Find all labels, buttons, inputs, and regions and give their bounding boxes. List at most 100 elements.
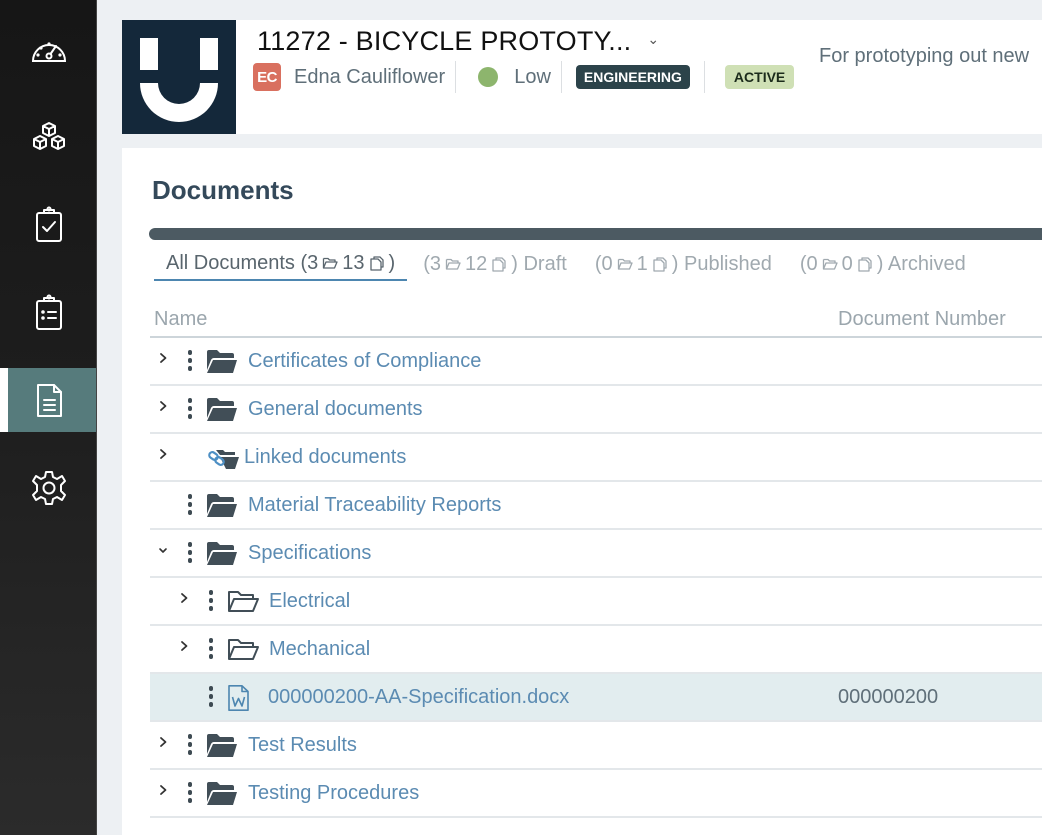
file-count: 13: [342, 252, 365, 274]
company-logo: [122, 20, 236, 134]
folder-icon: [445, 253, 461, 276]
project-title: 11272 - BICYCLE PROTOTY...: [257, 26, 632, 56]
page-title: Documents: [152, 175, 294, 205]
item-name-link[interactable]: 000000200-AA-Specification.docx: [268, 686, 569, 709]
owner-avatar: EC: [253, 63, 281, 91]
chevron-right-icon[interactable]: [157, 351, 173, 369]
tab-suffix: ): [388, 252, 396, 274]
document-number: 000000200: [838, 686, 939, 708]
row-menu-kebab-icon[interactable]: [186, 494, 194, 518]
folder-count: 0: [806, 253, 818, 275]
cubes-icon: [32, 122, 65, 150]
row-menu-kebab-icon[interactable]: [186, 542, 194, 566]
sidebar-item-tasks[interactable]: [0, 193, 97, 257]
file-row[interactable]: 000000200-AA-Specification.docx 000000200: [150, 674, 1042, 722]
documents-panel: Documents All Documents (3 13)(3 12) Draft…: [122, 148, 1042, 835]
owner-name[interactable]: Edna Cauliflower: [294, 66, 445, 89]
item-name-link[interactable]: Certificates of Compliance: [248, 350, 481, 373]
table-body: Certificates of Compliance General docume…: [150, 338, 1042, 818]
folder-open-outline-icon: [227, 589, 259, 615]
file-icon: [491, 253, 507, 276]
item-name-link[interactable]: Specifications: [248, 542, 371, 565]
folder-count: 3: [429, 253, 441, 275]
priority-label: Low: [514, 65, 551, 88]
tab-label: Archived: [883, 253, 966, 275]
file-icon: [857, 253, 873, 276]
divider: [560, 61, 562, 93]
folder-row[interactable]: Linked documents: [150, 434, 1042, 482]
document-status-tabs: All Documents (3 13)(3 12) Draft(0 1) Publi…: [154, 252, 978, 281]
chevron-down-icon[interactable]: [157, 543, 173, 561]
row-menu-kebab-icon[interactable]: [186, 398, 194, 422]
item-name-link[interactable]: Test Results: [248, 734, 357, 757]
sidebar-item-lists[interactable]: [0, 281, 97, 345]
chevron-right-icon[interactable]: [178, 591, 194, 609]
tab-prefix: (: [423, 253, 430, 275]
folder-count: 3: [307, 252, 319, 274]
table-header: Name Document Number: [150, 306, 1042, 338]
folder-row[interactable]: Testing Procedures: [150, 770, 1042, 818]
folder-row[interactable]: Mechanical: [150, 626, 1042, 674]
folder-row[interactable]: General documents: [150, 386, 1042, 434]
folder-icon: [206, 397, 238, 423]
folder-icon: [206, 349, 238, 375]
file-icon: [652, 253, 668, 276]
progress-bar: [149, 228, 1042, 240]
file-count: 1: [636, 253, 648, 275]
tab-all-documents[interactable]: All Documents (3 13): [154, 252, 408, 281]
folder-icon: [206, 541, 238, 567]
folder-icon: [322, 252, 338, 275]
folder-row[interactable]: Electrical: [150, 578, 1042, 626]
gear-icon: [31, 471, 66, 505]
tab-archived[interactable]: (0 0) Archived: [788, 252, 978, 281]
chevron-right-icon[interactable]: [157, 447, 173, 465]
tab-draft[interactable]: (3 12) Draft: [411, 252, 579, 281]
item-name-link[interactable]: Material Traceability Reports: [248, 494, 501, 517]
row-menu-kebab-icon[interactable]: [186, 350, 194, 374]
tab-label: Published: [678, 253, 772, 275]
linked-folder-icon: [207, 445, 239, 471]
divider: [703, 61, 705, 93]
column-header-name[interactable]: Name: [154, 308, 207, 331]
folder-row[interactable]: Specifications: [150, 530, 1042, 578]
folder-count: 0: [601, 253, 613, 275]
project-description: For prototyping out new: [819, 45, 1030, 67]
row-menu-kebab-icon[interactable]: [186, 782, 194, 806]
item-name-link[interactable]: Electrical: [269, 590, 350, 613]
folder-row[interactable]: Test Results: [150, 722, 1042, 770]
folder-icon: [206, 781, 238, 807]
tab-suffix: ): [876, 253, 884, 275]
project-header: 11272 - BICYCLE PROTOTY... ⌄ EC Edna Cau…: [122, 20, 1042, 134]
tab-label: Draft: [517, 253, 567, 275]
row-menu-kebab-icon[interactable]: [207, 590, 215, 614]
file-icon: [369, 252, 385, 275]
chevron-right-icon[interactable]: [157, 399, 173, 417]
status-badge: ACTIVE: [724, 65, 795, 89]
chevron-down-icon[interactable]: ⌄: [647, 31, 659, 48]
item-name-link[interactable]: Testing Procedures: [248, 782, 419, 805]
chevron-right-icon[interactable]: [157, 783, 173, 801]
priority-dot-icon: [478, 67, 499, 87]
chevron-right-icon[interactable]: [157, 735, 173, 753]
folder-row[interactable]: Material Traceability Reports: [150, 482, 1042, 530]
chevron-right-icon[interactable]: [178, 639, 194, 657]
sidebar-item-dashboard[interactable]: [0, 20, 97, 84]
item-name-link[interactable]: Mechanical: [269, 638, 370, 661]
row-menu-kebab-icon[interactable]: [186, 734, 194, 758]
row-menu-kebab-icon[interactable]: [207, 638, 215, 662]
sidebar-item-documents[interactable]: [0, 368, 97, 432]
sidebar-item-settings[interactable]: [0, 456, 97, 520]
folder-row[interactable]: Certificates of Compliance: [150, 338, 1042, 386]
tab-suffix: ): [671, 253, 679, 275]
item-name-link[interactable]: Linked documents: [244, 446, 406, 469]
tab-published[interactable]: (0 1) Published: [583, 252, 784, 281]
item-name-link[interactable]: General documents: [248, 398, 423, 421]
clipboard-list-icon: [35, 294, 62, 330]
word-document-icon: [223, 685, 255, 711]
sidebar-item-inventory[interactable]: [0, 106, 97, 170]
folder-icon: [206, 733, 238, 759]
divider: [455, 61, 457, 93]
file-count: 0: [841, 253, 853, 275]
column-header-document-number[interactable]: Document Number: [838, 308, 1006, 331]
row-menu-kebab-icon[interactable]: [207, 686, 215, 710]
